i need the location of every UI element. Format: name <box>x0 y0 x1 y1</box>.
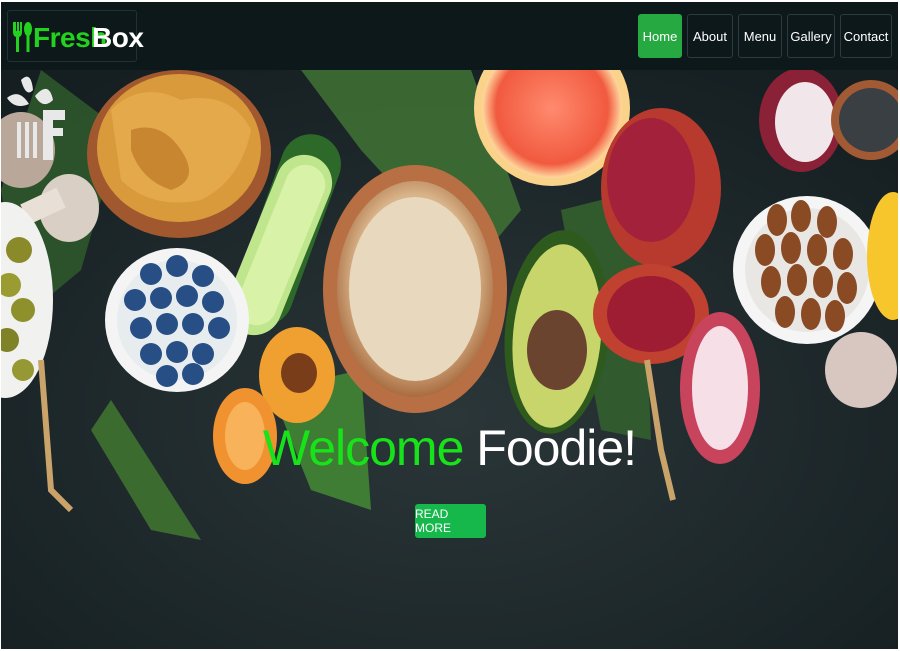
hero-food-image <box>1 70 898 649</box>
fork-spoon-icon <box>13 22 32 52</box>
brand-name-part2: Box <box>92 22 144 53</box>
nav-home[interactable]: Home <box>638 14 682 58</box>
read-more-button[interactable]: READ MORE <box>415 504 486 538</box>
nav-contact[interactable]: Contact <box>840 14 892 58</box>
leaf-fork-icon <box>7 76 65 160</box>
nav-menu[interactable]: Menu <box>738 14 782 58</box>
headline-foodie: Foodie! <box>476 420 637 476</box>
hero-headline: Welcome Foodie! <box>1 419 898 477</box>
nav-about[interactable]: About <box>687 14 733 58</box>
navbar: Fresh Box Home About Menu Gallery Contac… <box>1 2 898 70</box>
headline-welcome: Welcome <box>262 420 464 476</box>
nav-gallery[interactable]: Gallery <box>787 14 835 58</box>
hero-banner: Welcome Foodie! READ MORE <box>1 70 898 649</box>
page: Fresh Box Home About Menu Gallery Contac… <box>1 2 898 649</box>
brand-logo[interactable]: Fresh Box <box>7 10 144 62</box>
